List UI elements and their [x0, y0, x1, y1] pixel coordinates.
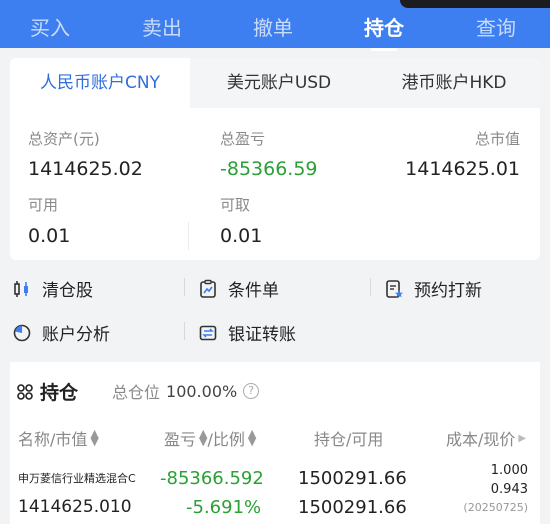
sort-icon: ▲ ▼ — [247, 427, 257, 448]
total-pl-value: -85366.59 — [220, 158, 318, 180]
holdings-title: 持仓 — [16, 378, 78, 405]
trade-tab-bar: 买入 卖出 撤单 持仓 查询 — [0, 0, 550, 51]
column-cost-price[interactable]: 成本/现价 ▶ — [446, 426, 526, 450]
ipo-reserve-button[interactable]: 预约打新 — [384, 276, 482, 301]
withdrawable-label: 可取 — [220, 196, 251, 214]
holdings-title-label: 持仓 — [40, 382, 79, 404]
active-tab-indicator — [371, 48, 397, 51]
column-name-value[interactable]: 名称/市值 ▲ ▼ — [18, 426, 99, 450]
column-pl-label: 盈亏 — [164, 430, 197, 449]
total-position-ratio: 总仓位 100.00% ? — [112, 379, 260, 403]
column-ratio-label: /比例 — [207, 430, 245, 449]
help-icon[interactable]: ? — [243, 383, 260, 399]
sort-icon: ▲ ▼ — [90, 427, 99, 448]
candlestick-icon — [14, 280, 28, 297]
fund-current-price: 0.943 — [490, 482, 528, 497]
fund-cost: 1.000 — [490, 463, 528, 478]
clear-stock-button[interactable]: 清仓股 — [12, 276, 93, 301]
conditional-order-label: 条件单 — [228, 281, 279, 301]
tab-positions[interactable]: 持仓 — [364, 12, 404, 51]
column-cost-price-label: 成本/现价 — [446, 430, 516, 449]
tab-cancel-order[interactable]: 撤单 — [253, 12, 293, 41]
column-name-value-label: 名称/市值 — [18, 430, 88, 449]
document-star-icon — [386, 279, 403, 298]
account-analysis-label: 账户分析 — [42, 325, 110, 345]
account-tab-bar: 人民币账户CNY 美元账户USD 港币账户HKD — [10, 58, 540, 108]
separator — [370, 278, 371, 296]
divider — [188, 222, 189, 250]
chart-clipboard-icon — [200, 279, 216, 298]
holdings-panel: 持仓 总仓位 100.00% ? 名称/市值 ▲ ▼ 盈亏 ▲ ▼ /比例 ▲ ▼ 持… — [10, 362, 540, 524]
transfer-icon — [199, 325, 217, 340]
available-value: 0.01 — [28, 225, 71, 247]
position-ratio-value: 100.00% — [166, 381, 238, 401]
bank-transfer-label: 银证转账 — [228, 325, 296, 345]
column-position-available: 持仓/可用 — [314, 430, 384, 449]
scroll-right-icon: ▶ — [518, 432, 527, 444]
separator — [184, 322, 185, 340]
position-ratio-label: 总仓位 — [112, 383, 161, 402]
tab-account-usd[interactable]: 美元账户USD — [190, 58, 368, 108]
fund-price-date: (20250725) — [463, 501, 528, 514]
conditional-order-button[interactable]: 条件单 — [198, 276, 279, 301]
fund-available: 1500291.66 — [298, 497, 407, 518]
total-assets-label: 总资产(元) — [28, 130, 100, 148]
pie-chart-icon — [13, 324, 31, 341]
tab-query[interactable]: 查询 — [476, 12, 516, 41]
fund-profit-loss-ratio: -5.691% — [186, 497, 262, 518]
column-profit-loss[interactable]: 盈亏 ▲ ▼ /比例 ▲ ▼ — [164, 426, 256, 450]
grid-icon — [17, 383, 33, 400]
tab-sell[interactable]: 卖出 — [142, 12, 182, 41]
account-summary-card: 人民币账户CNY 美元账户USD 港币账户HKD 总资产(元) 1414625.… — [10, 58, 540, 260]
market-value-value: 1414625.01 — [405, 158, 520, 180]
tab-positions-label: 持仓 — [364, 16, 404, 40]
separator — [184, 278, 185, 296]
fund-position: 1500291.66 — [298, 468, 407, 489]
tab-account-hkd[interactable]: 港币账户HKD — [368, 58, 540, 108]
account-analysis-button[interactable]: 账户分析 — [12, 320, 110, 345]
total-assets-value: 1414625.02 — [28, 158, 143, 180]
tab-account-cny[interactable]: 人民币账户CNY — [10, 58, 190, 108]
bank-transfer-button[interactable]: 银证转账 — [198, 320, 296, 345]
available-label: 可用 — [28, 196, 59, 214]
fund-name: 申万菱信行业精选混合C — [18, 472, 136, 485]
ipo-reserve-label: 预约打新 — [414, 281, 482, 301]
market-value-label: 总市值 — [474, 130, 520, 148]
tab-buy[interactable]: 买入 — [30, 12, 70, 41]
withdrawable-value: 0.01 — [220, 225, 263, 247]
clear-stock-label: 清仓股 — [42, 281, 93, 301]
total-pl-label: 总盈亏 — [220, 130, 266, 148]
status-bar-notch — [400, 0, 550, 8]
fund-market-value: 1414625.010 — [18, 497, 132, 517]
fund-profit-loss: -85366.592 — [160, 468, 264, 489]
sort-icon: ▲ ▼ — [199, 427, 208, 448]
